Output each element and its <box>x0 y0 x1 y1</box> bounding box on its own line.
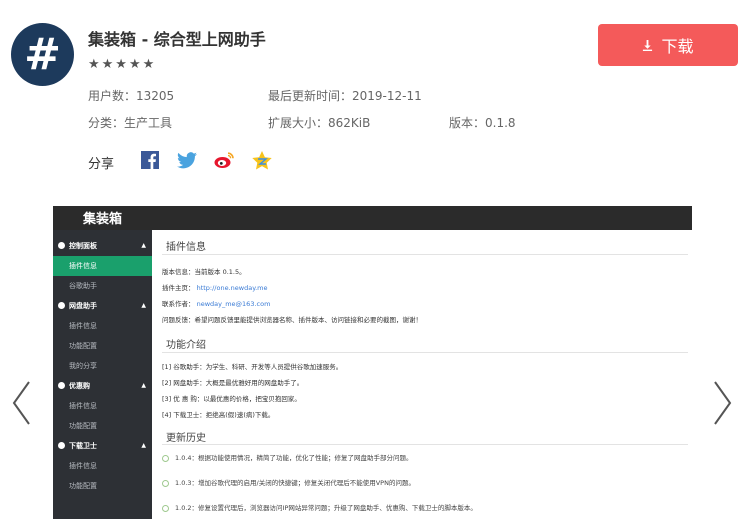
author-label: 联系作者： <box>162 300 195 308</box>
share-label: 分享 <box>88 157 115 172</box>
sidebar-label: 插件信息 <box>69 262 97 270</box>
sidebar-label: 插件信息 <box>69 462 97 470</box>
home-icon <box>58 242 65 249</box>
sidebar-label: 功能配置 <box>69 482 97 490</box>
sidebar-head-control: 控制面板 ▲ <box>53 236 152 256</box>
section-title-features: 功能介绍 <box>166 340 206 351</box>
preview-brand: 集装箱 <box>83 212 123 227</box>
facebook-icon[interactable] <box>140 150 160 170</box>
history-item: 1.0.3：增加谷歌代理的启用/关闭的快捷键；修复关闭代理后不能使用VPN的问题… <box>162 477 415 487</box>
preview-sidebar: 控制面板 ▲ 插件信息 谷歌助手 网盘助手 ▲ 插件信息 功能配置 我的分享 优… <box>53 230 152 519</box>
sidebar-label: 功能配置 <box>69 342 97 350</box>
history-item: 1.0.4：根据功能使用情况，精简了功能，优化了性能；修复了网盘助手部分问题。 <box>162 452 413 462</box>
caret-up-icon: ▲ <box>141 382 146 389</box>
section-title-plugin-info: 插件信息 <box>166 242 206 253</box>
caret-up-icon: ▲ <box>141 242 146 249</box>
netdisk-icon <box>58 302 65 309</box>
download-label: 下载 <box>661 37 694 56</box>
carousel-prev-arrow-icon[interactable] <box>9 378 33 428</box>
sidebar-item-netdisk-info: 插件信息 <box>53 316 152 336</box>
sidebar-item-google: 谷歌助手 <box>53 276 152 296</box>
timeline-dot-icon <box>162 504 169 512</box>
sidebar-label: 插件信息 <box>69 402 97 410</box>
sidebar-head-download-guard: 下载卫士 ▲ <box>53 436 152 456</box>
screenshot-preview[interactable]: 集装箱 控制面板 ▲ 插件信息 谷歌助手 网盘助手 ▲ 插件信息 功能配置 我的… <box>53 206 692 519</box>
app-logo: # <box>11 23 74 86</box>
timeline-dot-icon <box>162 479 169 487</box>
category: 分类：生产工具 <box>88 116 173 130</box>
history-text: 1.0.4：根据功能使用情况，精简了功能，优化了性能；修复了网盘助手部分问题。 <box>175 454 413 462</box>
section-title-history: 更新历史 <box>166 433 206 444</box>
feature-item: [1] 谷歌助手：为学生、科研、开发等人员提供谷歌加速服务。 <box>162 363 343 371</box>
download-icon <box>643 39 653 51</box>
version: 版本：0.1.8 <box>449 116 516 130</box>
sidebar-head-netdisk: 网盘助手 ▲ <box>53 296 152 316</box>
section-divider <box>162 444 688 445</box>
user-count: 用户数：13205 <box>88 89 175 103</box>
sidebar-item-my-share: 我的分享 <box>53 356 152 376</box>
homepage-label: 插件主页： <box>162 284 195 292</box>
sidebar-item-netdisk-config: 功能配置 <box>53 336 152 356</box>
sidebar-item-plugin-info: 插件信息 <box>53 256 152 276</box>
sidebar-label: 插件信息 <box>69 322 97 330</box>
homepage-link: http://one.newday.me <box>196 284 268 292</box>
caret-up-icon: ▲ <box>141 442 146 449</box>
sidebar-head-coupon: 优惠购 ▲ <box>53 376 152 396</box>
sidebar-label: 下载卫士 <box>69 442 97 450</box>
last-updated: 最后更新时间：2019-12-11 <box>268 89 422 103</box>
qzone-icon[interactable] <box>252 150 272 170</box>
history-item: 1.0.2：修复设置代理后，浏览器访问IP网站异常问题；升级了网盘助手、优惠购、… <box>162 502 477 512</box>
sidebar-item-coupon-config: 功能配置 <box>53 416 152 436</box>
download-button[interactable]: 下载 <box>598 24 738 66</box>
preview-main: 插件信息 版本信息：当前版本 0.1.5。 插件主页： http://one.n… <box>152 230 692 519</box>
homepage-row: 插件主页： http://one.newday.me <box>162 282 268 292</box>
sidebar-item-guard-info: 插件信息 <box>53 456 152 476</box>
extension-size: 扩展大小：862KiB <box>268 116 371 130</box>
coupon-icon <box>58 382 65 389</box>
rating-stars: ★★★★★ <box>88 57 157 72</box>
weibo-icon[interactable] <box>214 150 234 170</box>
sidebar-label: 功能配置 <box>69 422 97 430</box>
preview-topbar: 集装箱 <box>53 206 692 230</box>
sidebar-label: 谷歌助手 <box>69 282 97 290</box>
section-divider <box>162 254 688 255</box>
feedback-text: 问题反馈：希望问题反馈里能提供浏览器名称、插件版本、访问链接和必要的截图，谢谢！ <box>162 316 422 324</box>
section-divider <box>162 352 688 353</box>
sidebar-item-coupon-info: 插件信息 <box>53 396 152 416</box>
feature-item: [4] 下载卫士：拒绝高(假)速(病)下载。 <box>162 411 275 419</box>
version-text: 版本信息：当前版本 0.1.5。 <box>162 268 246 276</box>
sidebar-label: 控制面板 <box>69 242 97 250</box>
timeline-dot-icon <box>162 454 169 462</box>
sidebar-label: 优惠购 <box>69 382 90 390</box>
twitter-icon[interactable] <box>177 150 197 170</box>
logo-hash-symbol: # <box>24 29 61 80</box>
feature-item: [3] 优 惠 购：以最优惠的价格，把宝贝抱回家。 <box>162 395 301 403</box>
sidebar-item-guard-config: 功能配置 <box>53 476 152 496</box>
caret-up-icon: ▲ <box>141 302 146 309</box>
carousel-next-arrow-icon[interactable] <box>711 378 735 428</box>
author-row: 联系作者： newday_me@163.com <box>162 298 270 308</box>
sidebar-label: 我的分享 <box>69 362 97 370</box>
app-title: 集装箱 - 综合型上网助手 <box>88 30 266 49</box>
history-text: 1.0.2：修复设置代理后，浏览器访问IP网站异常问题；升级了网盘助手、优惠购、… <box>175 504 477 512</box>
feature-item: [2] 网盘助手：大概是最优雅好用的网盘助手了。 <box>162 379 304 387</box>
history-text: 1.0.3：增加谷歌代理的启用/关闭的快捷键；修复关闭代理后不能使用VPN的问题… <box>175 479 415 487</box>
sidebar-label: 网盘助手 <box>69 302 97 310</box>
guard-icon <box>58 442 65 449</box>
author-link: newday_me@163.com <box>196 300 271 308</box>
